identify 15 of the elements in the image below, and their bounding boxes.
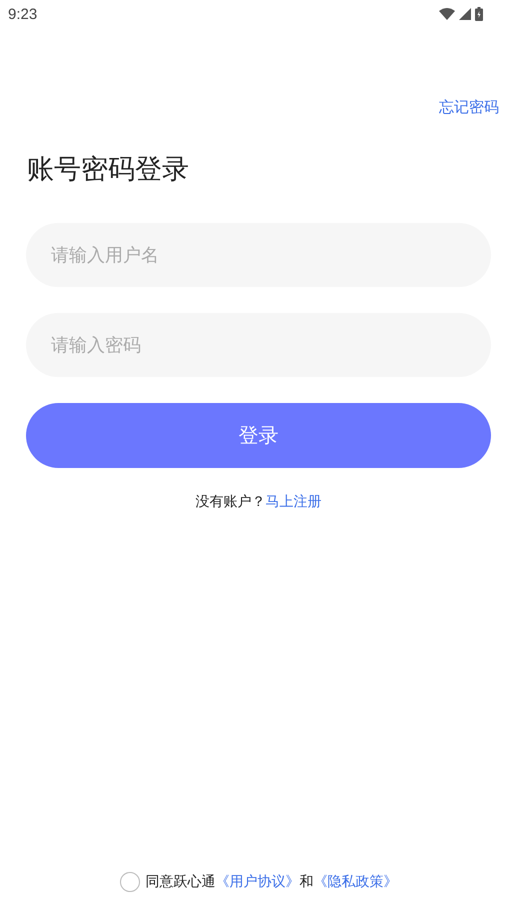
agreement-checkbox[interactable] xyxy=(120,872,140,892)
user-agreement-link[interactable]: 《用户协议》 xyxy=(216,874,300,890)
register-prompt: 没有账户？ xyxy=(196,493,266,511)
status-time: 9:23 xyxy=(8,6,38,22)
register-link[interactable]: 马上注册 xyxy=(266,493,322,511)
privacy-policy-link[interactable]: 《隐私政策》 xyxy=(314,874,398,890)
username-field[interactable]: 请输入用户名 xyxy=(26,223,491,287)
battery-icon xyxy=(475,7,483,21)
password-field[interactable]: 请输入密码 xyxy=(26,313,491,377)
signal-icon xyxy=(459,8,471,20)
page-title: 账号密码登录 xyxy=(27,153,190,187)
agreement-text: 同意跃心通《用户协议》和《隐私政策》 xyxy=(146,873,398,891)
login-button[interactable]: 登录 xyxy=(26,403,491,468)
forgot-password-link[interactable]: 忘记密码 xyxy=(439,98,499,117)
wifi-icon xyxy=(439,8,455,20)
